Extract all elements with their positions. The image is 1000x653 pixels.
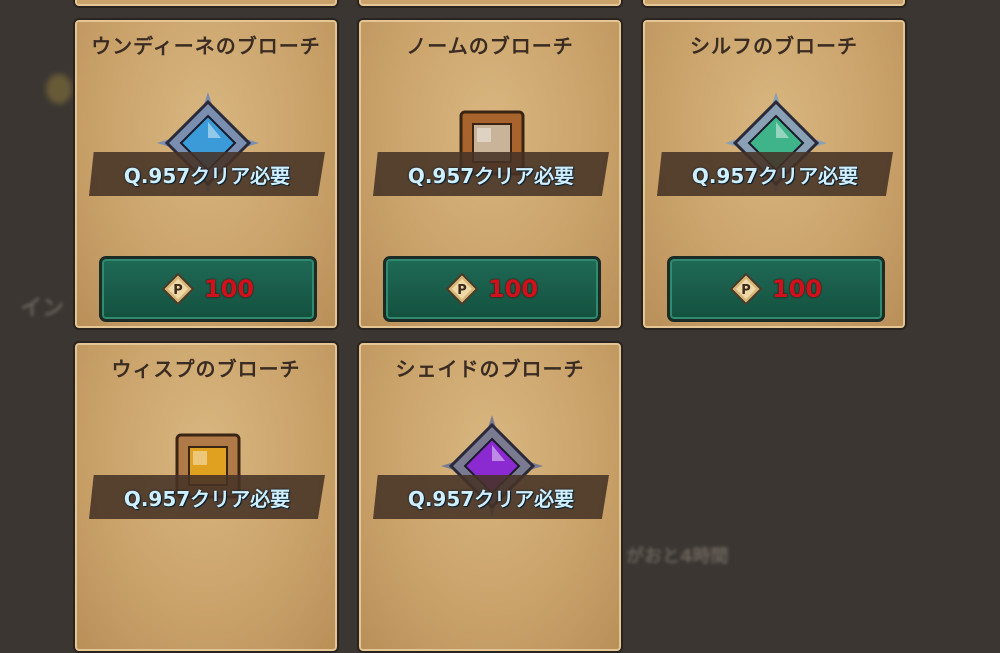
p-coin-symbol: P [173,283,183,298]
price-value: 100 [203,275,255,303]
requirement-text: Q.957クリア必要 [123,163,291,188]
prev-card-stub [357,0,623,8]
buy-button[interactable]: P 100 [99,256,317,322]
brooch-card[interactable]: シェイドのブローチ Q.957クリア必要 [357,341,623,653]
card-title: ノームのブローチ [406,34,574,58]
card-title: ウィスプのブローチ [111,357,301,381]
brooch-card[interactable]: シルフのブローチ Q.957クリア必要 P 100 [641,18,907,330]
brooch-card[interactable]: ウィスプのブローチ Q.957クリア必要 [73,341,339,653]
p-coin-icon: P [729,273,762,305]
brooch-card[interactable]: ウンディーネのブローチ Q.957クリア必要 P 100 [73,18,339,330]
p-coin-symbol: P [741,283,751,298]
card-title: シルフのブローチ [690,34,858,58]
requirement-banner: Q.957クリア必要 [657,152,893,196]
prev-card-stub [641,0,907,8]
requirement-text: Q.957クリア必要 [123,486,291,511]
buy-button[interactable]: P 100 [383,256,601,322]
requirement-banner: Q.957クリア必要 [373,152,609,196]
card-title: ウンディーネのブローチ [91,34,321,58]
prev-card-stub [73,0,339,8]
requirement-banner: Q.957クリア必要 [89,475,325,519]
card-title: シェイドのブローチ [395,357,585,381]
brooch-card[interactable]: ノームのブローチ Q.957クリア必要 P 100 [357,18,623,330]
price-value: 100 [771,275,823,303]
price-value: 100 [487,275,539,303]
requirement-text: Q.957クリア必要 [407,163,575,188]
buy-button[interactable]: P 100 [667,256,885,322]
requirement-text: Q.957クリア必要 [407,486,575,511]
requirement-text: Q.957クリア必要 [691,163,859,188]
background-timer-text: がおと4時間 [626,546,729,567]
background-text: イン [20,296,65,321]
requirement-banner: Q.957クリア必要 [373,475,609,519]
requirement-banner: Q.957クリア必要 [89,152,325,196]
p-coin-symbol: P [457,283,467,298]
background-coin-icon [46,74,72,104]
p-coin-icon: P [445,273,478,305]
p-coin-icon: P [161,273,194,305]
